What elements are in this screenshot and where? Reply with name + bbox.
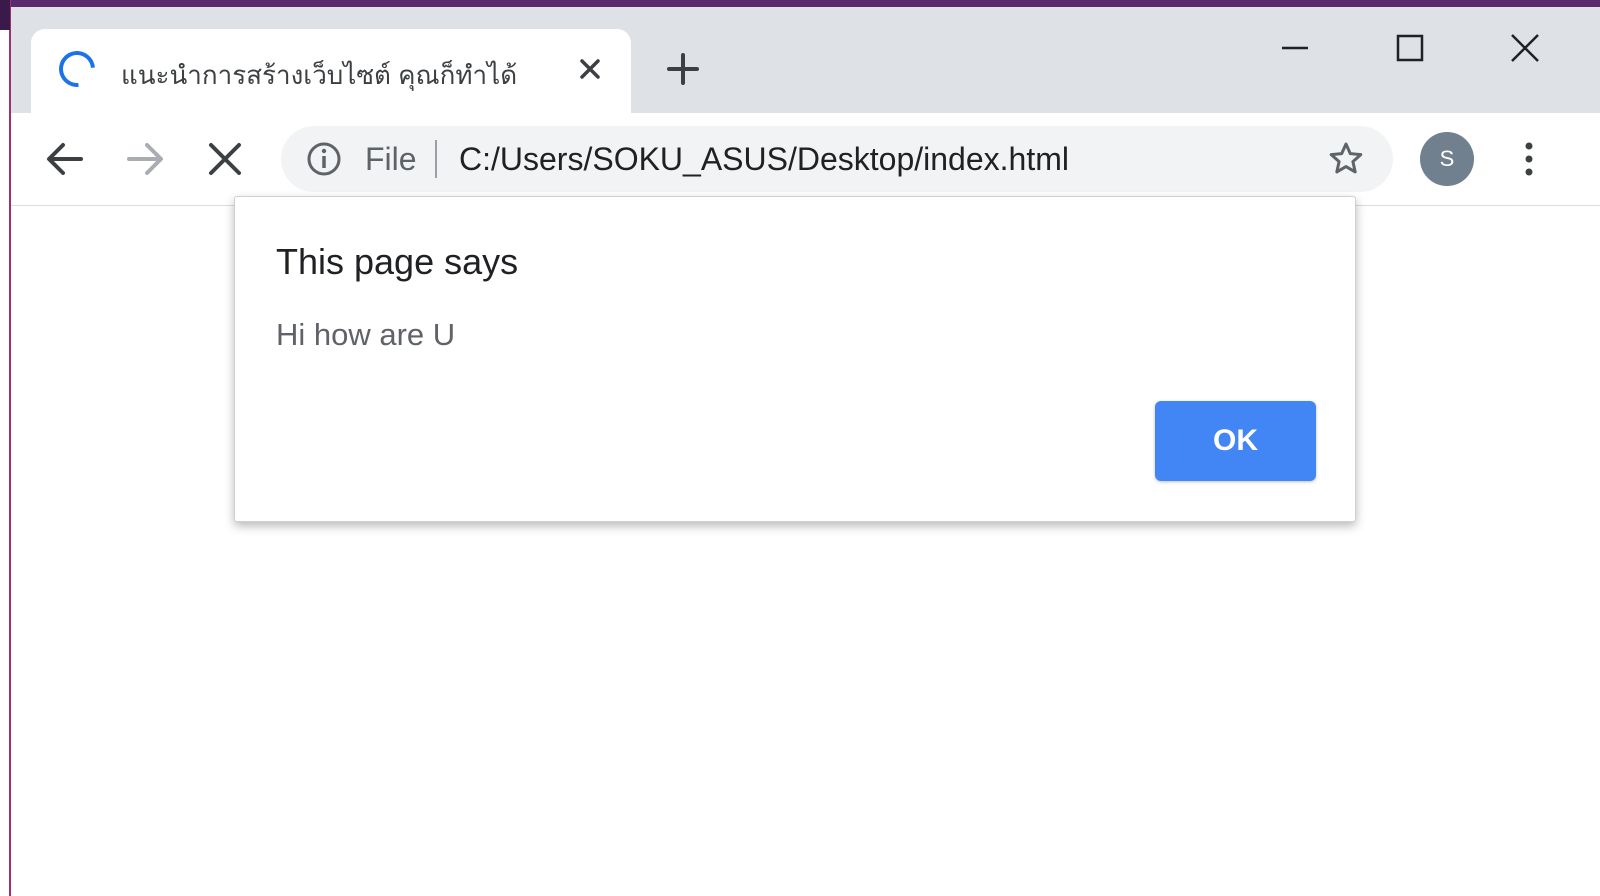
- info-icon[interactable]: [305, 140, 343, 178]
- omnibox-divider: [435, 140, 437, 178]
- plus-icon[interactable]: [663, 49, 703, 89]
- maximize-icon[interactable]: [1387, 25, 1433, 71]
- more-vert-icon[interactable]: [1507, 137, 1551, 181]
- address-bar[interactable]: File C:/Users/SOKU_ASUS/Desktop/index.ht…: [281, 126, 1393, 192]
- window-close-icon[interactable]: [1502, 25, 1548, 71]
- browser-toolbar: File C:/Users/SOKU_ASUS/Desktop/index.ht…: [11, 113, 1600, 206]
- ok-button[interactable]: OK: [1155, 401, 1316, 481]
- loading-spinner-icon: [51, 43, 103, 95]
- avatar[interactable]: S: [1420, 132, 1474, 186]
- minimize-icon[interactable]: [1272, 25, 1318, 71]
- tab-title: แนะนำการสร้างเว็บไซต์ คุณก็ทำได้: [121, 60, 518, 90]
- dialog-message: Hi how are U: [276, 317, 456, 352]
- url-text[interactable]: C:/Users/SOKU_ASUS/Desktop/index.html: [459, 140, 1069, 178]
- back-arrow-icon[interactable]: [43, 137, 87, 181]
- close-icon[interactable]: [574, 53, 606, 85]
- forward-arrow-icon[interactable]: [123, 137, 167, 181]
- star-icon[interactable]: [1327, 140, 1365, 178]
- window-frame-left: [0, 0, 11, 896]
- stop-icon[interactable]: [203, 137, 247, 181]
- scheme-chip[interactable]: File: [365, 140, 417, 178]
- dialog-title: This page says: [276, 241, 519, 282]
- active-tab[interactable]: แนะนำการสร้างเว็บไซต์ คุณก็ทำได้: [31, 29, 631, 113]
- window-frame-top: [0, 0, 1600, 7]
- alert-dialog: This page says Hi how are U OK: [234, 196, 1356, 522]
- window-frame-corner: [0, 0, 10, 30]
- tab-strip: แนะนำการสร้างเว็บไซต์ คุณก็ทำได้: [11, 7, 1600, 113]
